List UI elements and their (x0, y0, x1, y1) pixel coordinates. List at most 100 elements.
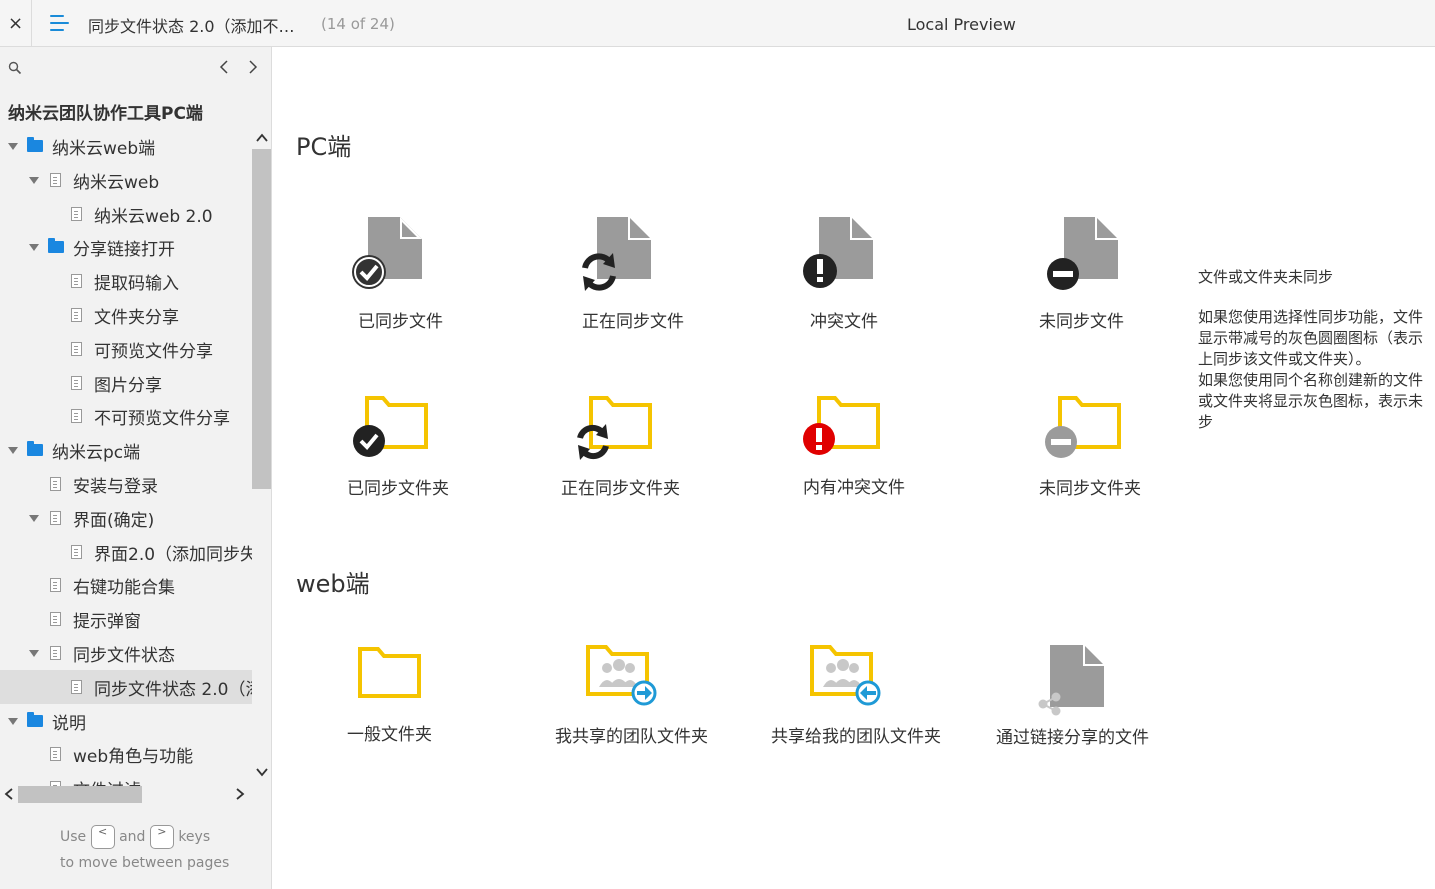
top-bar: × 同步文件状态 2.0（添加不… (14 of 24) Local Previ… (0, 0, 1435, 47)
close-button[interactable]: × (0, 0, 32, 47)
scroll-up-icon[interactable] (255, 131, 269, 145)
vertical-scrollbar[interactable] (252, 129, 271, 789)
page-icon (50, 578, 61, 593)
synced-folder-label: 已同步文件夹 (347, 479, 449, 499)
tree-page[interactable]: 安装与登录 (0, 467, 252, 501)
page-icon (71, 375, 82, 390)
prev-key-icon: < (90, 825, 115, 849)
caret-down-icon[interactable] (29, 514, 39, 522)
tree-page[interactable]: 界面2.0（添加同步失 (0, 535, 252, 569)
caret-down-icon[interactable] (8, 447, 18, 455)
conflict-folder-icon (803, 396, 880, 455)
tree-page[interactable]: 不可预览文件分享 (0, 399, 252, 433)
tree-page[interactable]: 可预览文件分享 (0, 332, 252, 366)
synced-file-icon (352, 217, 422, 289)
note-line: 或文件夹将显示灰色图标，表示未 (1198, 392, 1424, 410)
tree-item-label: 纳米云web 2.0 (94, 206, 213, 227)
tree-page[interactable]: 同步文件状态 (0, 636, 252, 670)
my-shared-team-folder-label: 我共享的团队文件夹 (555, 727, 708, 747)
page-icon (50, 477, 61, 491)
search-icon[interactable] (8, 61, 22, 75)
syncing-file-icon (582, 217, 651, 291)
syncing-file-label: 正在同步文件 (582, 312, 684, 332)
tree-item-label: 纳米云web (73, 172, 160, 193)
note-line: 如果您使用同个名称创建新的文件 (1198, 371, 1424, 389)
page-icon (71, 308, 82, 322)
synced-folder-icon (353, 396, 428, 457)
next-page-icon[interactable] (245, 58, 261, 76)
scroll-left-icon[interactable] (2, 787, 16, 801)
project-title: 纳米云团队协作工具PC端 (8, 104, 203, 124)
tree-page[interactable]: 提示弹窗 (0, 602, 252, 636)
preview-content: PC端 已同步文件 正在同步文件 冲突文件 未同步文件 已同步文件夹 正在同步文… (272, 47, 1435, 889)
previous-page-icon[interactable] (216, 58, 232, 76)
note-line: 步 (1198, 413, 1214, 431)
horizontal-scroll-thumb[interactable] (18, 786, 142, 803)
tree-page[interactable]: 文件夹分享 (0, 298, 252, 332)
synced-file-label: 已同步文件 (358, 312, 443, 332)
tree-folder[interactable]: 纳米云pc端 (0, 433, 252, 467)
pc-section-title: PC端 (296, 133, 352, 161)
tree-page[interactable]: 提取码输入 (0, 264, 252, 298)
tree-folder[interactable]: 说明 (0, 704, 252, 738)
scroll-down-icon[interactable] (255, 765, 269, 779)
page-icon (71, 274, 82, 289)
folder-icon (48, 238, 64, 254)
tree-item-label: 纳米云web端 (52, 139, 156, 159)
my-shared-team-folder-icon (586, 645, 657, 706)
caret-down-icon[interactable] (29, 244, 39, 252)
hint-line2: to move between pages (60, 855, 230, 871)
tree-page[interactable]: 同步文件状态 2.0（添 (0, 669, 252, 704)
page-tree: 纳米云web端纳米云web 纳米云web 2.0 分享链接打开 提取码输入 文件夹分享可… (0, 129, 252, 789)
unsynced-file-icon (1047, 217, 1118, 290)
page-icon (50, 646, 61, 660)
link-shared-file-label: 通过链接分享的文件 (996, 728, 1149, 748)
caret-down-icon[interactable] (29, 650, 39, 657)
syncing-folder-label: 正在同步文件夹 (561, 479, 680, 499)
note-line: 显示带减号的灰色圆圈图标（表示 (1198, 329, 1424, 347)
tree-item-label: 界面(确定) (73, 510, 155, 531)
caret-down-icon[interactable] (8, 143, 18, 150)
tree-item-label: 提示弹窗 (73, 612, 141, 633)
shared-with-me-team-folder-icon (810, 645, 881, 706)
tree-item-label: 不可预览文件分享 (94, 409, 230, 430)
tree-folder[interactable]: 分享链接打开 (0, 230, 252, 264)
tree-page[interactable]: 右键功能合集 (0, 568, 252, 602)
page-icon (71, 206, 82, 221)
caret-down-icon[interactable] (8, 717, 18, 725)
web-section-title: web端 (296, 570, 370, 598)
tree-page[interactable]: 纳米云web 2.0 (0, 197, 252, 231)
tree-item-label: web角色与功能 (73, 747, 194, 768)
folder-icon (27, 711, 43, 727)
tree-page[interactable]: web角色与功能 (0, 737, 252, 771)
tree-folder[interactable]: 纳米云web端 (0, 129, 252, 163)
page-icon (71, 544, 82, 559)
page-icon (50, 747, 61, 762)
tree-item-label: 可预览文件分享 (94, 341, 213, 362)
page-icon (71, 409, 82, 424)
hint-and: and (119, 829, 146, 845)
folder-icon (27, 137, 43, 152)
sidebar: 纳米云团队协作工具PC端 纳米云web端纳米云web 纳米云web 2.0 分享链接… (0, 47, 272, 889)
page-icon (71, 341, 82, 356)
tree-item-label: 安装与登录 (73, 477, 158, 497)
vertical-scroll-thumb[interactable] (252, 149, 271, 489)
page-count: (14 of 24) (321, 15, 395, 33)
hint-use: Use (60, 829, 87, 845)
tree-page[interactable]: 界面(确定) (0, 501, 252, 535)
page-icon (50, 612, 61, 627)
unsynced-folder-icon (1045, 396, 1121, 458)
scroll-right-icon[interactable] (233, 787, 247, 801)
caret-down-icon[interactable] (29, 176, 39, 184)
note-heading: 文件或文件夹未同步 (1198, 268, 1334, 286)
menu-icon[interactable] (47, 13, 73, 35)
tree-item-label: 同步文件状态 2.0（添 (94, 679, 252, 700)
tree-page[interactable]: 纳米云web (0, 163, 252, 197)
tree-item-label: 界面2.0（添加同步失 (94, 544, 252, 565)
conflict-file-icon (803, 217, 873, 288)
page-icon (71, 679, 82, 694)
tree-page[interactable]: 图片分享 (0, 366, 252, 400)
page-icon (50, 510, 61, 525)
preview-title: Local Preview (907, 15, 1016, 34)
horizontal-scrollbar[interactable] (0, 784, 252, 804)
